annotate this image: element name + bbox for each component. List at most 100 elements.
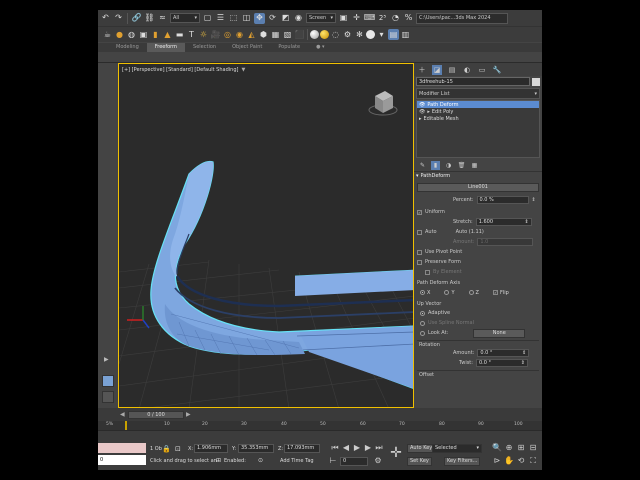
angle-snap-icon[interactable]: ◔ xyxy=(390,13,401,24)
modifier-list-dropdown[interactable]: Modifier List ▾ xyxy=(416,88,540,99)
hedra-icon[interactable]: ⬢ xyxy=(258,29,269,40)
flip-option[interactable]: ✓ Flip xyxy=(492,290,509,296)
filter-icon[interactable]: ▼ xyxy=(241,67,245,73)
tab-object-paint[interactable]: Object Paint xyxy=(224,43,270,52)
show-end-result-icon[interactable]: ▮ xyxy=(431,160,440,170)
reference-coordinate-dropdown[interactable]: Screen ▾ xyxy=(306,13,336,23)
teapot-icon[interactable]: ☕ xyxy=(102,29,113,40)
viewport-layout-button[interactable] xyxy=(102,375,114,387)
stretch-spinner[interactable]: 1.600 ⇕ xyxy=(475,218,532,226)
arnold-render-icon[interactable] xyxy=(366,30,375,39)
lock-selection-icon[interactable]: 🔒 xyxy=(162,445,171,453)
track-bar[interactable]: 5% 10 20 30 40 50 60 70 80 90 100 xyxy=(98,421,542,430)
axis-z-radio[interactable] xyxy=(468,290,474,295)
zoom-extents-all-icon[interactable]: ⊟ xyxy=(528,443,538,453)
light-icon[interactable]: ☼ xyxy=(198,29,209,40)
select-scale-icon[interactable]: ◩ xyxy=(280,13,291,24)
render-frame-window-icon[interactable]: ▥ xyxy=(400,29,411,40)
next-frame-icon[interactable]: ▶ xyxy=(186,411,191,418)
set-key-big-icon[interactable]: ✛ xyxy=(388,445,404,461)
select-by-name-icon[interactable]: ☰ xyxy=(215,13,226,24)
z-coordinate-field[interactable]: 17.093mm xyxy=(284,444,320,453)
stack-item-editable-mesh[interactable]: ▸ Editable Mesh xyxy=(417,115,539,122)
path-pick-button[interactable]: Line001 xyxy=(417,183,539,192)
current-frame-marker[interactable] xyxy=(125,421,127,430)
previous-frame-icon[interactable]: ◀ xyxy=(120,411,125,418)
field-of-view-icon[interactable]: ⊳ xyxy=(492,456,502,466)
expand-arrow-icon[interactable]: ▸ xyxy=(427,109,430,115)
tab-modeling[interactable]: Modeling xyxy=(108,43,147,52)
time-tag-icon[interactable]: ⊙ xyxy=(258,457,263,464)
select-rotate-icon[interactable]: ⟳ xyxy=(267,13,278,24)
configure-sets-icon[interactable]: ▦ xyxy=(470,161,479,170)
add-time-tag[interactable]: Add Time Tag xyxy=(280,458,314,464)
material-editor-icon[interactable] xyxy=(320,30,329,39)
spinner-arrows-icon[interactable]: ⇕ xyxy=(532,197,536,203)
eye-icon[interactable]: 👁 xyxy=(419,102,425,108)
spinner-arrows-icon[interactable]: ⇕ xyxy=(525,219,529,225)
pyramid-icon[interactable]: ◭ xyxy=(246,29,257,40)
hierarchy-tab-icon[interactable]: ▤ xyxy=(447,65,457,75)
text-shape-icon[interactable]: T xyxy=(186,29,197,40)
select-object-icon[interactable]: ▢ xyxy=(202,13,213,24)
tube-icon[interactable]: ◉ xyxy=(234,29,245,40)
zoom-all-icon[interactable]: ⊕ xyxy=(504,443,514,453)
percent-snap-icon[interactable]: % xyxy=(403,13,414,24)
ribbon-options-icon[interactable]: ● ▾ xyxy=(308,43,332,52)
placement-icon[interactable]: ◉ xyxy=(293,13,304,24)
geosphere-icon[interactable]: ◍ xyxy=(126,29,137,40)
axis-y-radio[interactable] xyxy=(444,290,450,295)
pin-stack-icon[interactable]: ✎ xyxy=(418,161,427,170)
spinner-arrows-icon[interactable]: ⇕ xyxy=(522,350,526,356)
zoom-icon[interactable]: 🔍 xyxy=(492,443,502,453)
select-move-icon[interactable]: ✥ xyxy=(254,12,265,24)
tab-freeform[interactable]: Freeform xyxy=(146,43,186,52)
cone-icon[interactable]: ▲ xyxy=(162,29,173,40)
render-icon[interactable]: ✻ xyxy=(354,29,365,40)
uniform-checkbox[interactable]: ✓ xyxy=(417,209,422,215)
maximize-viewport-icon[interactable]: ⛶ xyxy=(528,456,538,466)
preserve-form-checkbox[interactable] xyxy=(417,259,422,265)
unlink-icon[interactable]: ⛓ xyxy=(144,13,155,24)
render-frame-icon[interactable]: ◌ xyxy=(330,29,341,40)
material-ball-icon[interactable] xyxy=(310,30,319,39)
use-pivot-checkbox[interactable] xyxy=(417,249,422,255)
zoom-extents-icon[interactable]: ⊞ xyxy=(516,443,526,453)
axis-z-option[interactable]: Z xyxy=(468,290,479,296)
current-frame-field[interactable]: 0 xyxy=(340,457,368,466)
tab-populate[interactable]: Populate xyxy=(270,43,308,52)
tab-selection[interactable]: Selection xyxy=(185,43,224,52)
render-window-icon[interactable]: ▤ xyxy=(388,29,399,40)
play-icon[interactable]: ▶ xyxy=(352,443,362,453)
redo-icon[interactable]: ↷ xyxy=(113,13,124,24)
modify-tab-icon[interactable]: ◪ xyxy=(432,64,442,75)
selected-dropdown[interactable]: Selected ▾ xyxy=(432,444,482,453)
percent-spinner[interactable]: 0.0 % xyxy=(476,196,529,204)
link-icon[interactable]: 🔗 xyxy=(131,13,142,24)
utilities-tab-icon[interactable]: 🔧 xyxy=(492,65,502,75)
rollout-header[interactable]: ▾ PathDeform xyxy=(414,171,542,180)
display-tab-icon[interactable]: ▭ xyxy=(477,65,487,75)
bind-spacewarp-icon[interactable]: ≈ xyxy=(157,13,168,24)
spinner-arrows-icon[interactable]: ⇕ xyxy=(521,360,525,366)
rotation-amount-spinner[interactable]: 0.0 ° ⇕ xyxy=(477,349,530,357)
sphere-icon[interactable]: ● xyxy=(114,29,125,40)
axis-x-option[interactable]: X xyxy=(420,290,430,296)
time-config-icon[interactable]: ⚙ xyxy=(373,456,383,466)
viewport-label[interactable]: [+] [Perspective] [Standard] [Default Sh… xyxy=(122,67,245,73)
twist-spinner[interactable]: 0.0 ° ⇕ xyxy=(475,359,528,367)
maxscript-listener-input[interactable]: 0 xyxy=(98,455,146,465)
select-manipulate-icon[interactable]: ✛ xyxy=(351,13,362,24)
pivot-center-icon[interactable]: ▣ xyxy=(338,13,349,24)
flip-checkbox[interactable]: ✓ xyxy=(492,290,498,295)
axis-y-option[interactable]: Y xyxy=(444,290,455,296)
absolute-mode-icon[interactable]: ⊡ xyxy=(175,445,181,453)
create-tab-icon[interactable]: ＋ xyxy=(417,65,427,75)
next-key-icon[interactable]: ▶ xyxy=(363,443,373,453)
eye-icon[interactable]: 👁 xyxy=(419,109,425,115)
maxscript-listener-output[interactable] xyxy=(98,443,146,453)
torus-icon[interactable]: ◎ xyxy=(222,29,233,40)
selection-filter-dropdown[interactable]: All ▾ xyxy=(170,13,200,23)
object-color-swatch[interactable] xyxy=(532,77,540,86)
undo-icon[interactable]: ↶ xyxy=(100,13,111,24)
